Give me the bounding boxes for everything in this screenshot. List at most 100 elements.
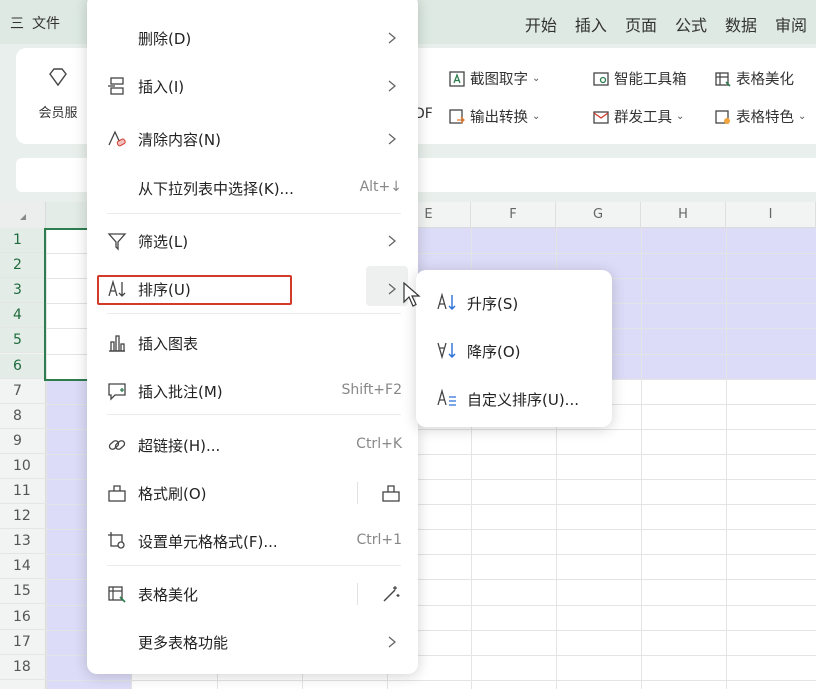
submenu-item-label: 降序(O) [467,343,521,361]
column-header-i[interactable]: I [726,202,816,228]
menu-item-filter[interactable]: 筛选(L) [87,217,418,265]
member-service-label: 会员服 [38,106,78,121]
table-special-icon [715,109,730,124]
menu-item-label: 表格美化 [138,586,199,604]
grid-line [726,228,727,689]
member-service-button[interactable]: 会员服 [38,66,78,121]
grid-line [641,228,642,689]
ribbon-tabs: 开始 插入 页面 公式 数据 审阅 [516,12,816,36]
table-beautify-label: 表格美化 [736,72,794,88]
output-convert-button[interactable]: 输出转换 ⌄ [448,106,540,127]
select-all-corner[interactable] [0,202,46,228]
insert-rows-icon [108,77,124,95]
row-header[interactable]: 12 [0,504,46,530]
menu-item-shortcut: Alt+↓ [359,179,402,195]
row-header[interactable]: 8 [0,404,46,429]
row-header[interactable]: 17 [0,630,46,655]
mass-send-label: 群发工具 [614,110,672,126]
file-menu-label[interactable]: 文件 [32,13,60,33]
menu-item-label: 设置单元格格式(F)... [138,533,278,551]
menu-item-hyperlink[interactable]: 超链接(H)... Ctrl+K [87,421,418,469]
row-header[interactable]: 1 [0,228,46,253]
convert-icon [449,108,465,124]
row-header[interactable]: 11 [0,479,46,504]
screenshot-button[interactable]: 截图取字 ⌄ [448,68,540,89]
row-header[interactable]: 13 [0,529,46,555]
cell-format-icon [108,532,125,549]
tab-formula[interactable]: 公式 [666,12,716,36]
comment-icon [108,383,126,401]
submenu-item-descending[interactable]: 降序(O) [416,326,612,374]
smart-toolbox-button[interactable]: 智能工具箱 [592,68,687,89]
menu-item-label: 插入(I) [138,78,185,96]
row-header[interactable]: 15 [0,579,46,605]
chevron-down-icon: ⌄ [532,111,541,122]
menu-item-separator [357,583,358,605]
table-beautify-icon [108,586,126,603]
tab-page[interactable]: 页面 [616,12,666,36]
menu-item-insert[interactable]: 插入(I) [87,62,418,110]
submenu-item-custom-sort[interactable]: 自定义排序(U)... [416,374,612,422]
menu-item-pick-from-list[interactable]: 从下拉列表中选择(K)... Alt+↓ [87,164,418,212]
smart-toolbox-label: 智能工具箱 [614,72,687,88]
table-beautify-icon [715,71,731,87]
menu-item-label: 删除(D) [138,30,192,48]
chart-icon [109,335,125,352]
submenu-item-ascending[interactable]: 升序(S) [416,278,612,326]
mass-send-button[interactable]: 群发工具 ⌄ [592,106,684,127]
chevron-right-icon [388,32,397,44]
table-special-button[interactable]: 表格特色 ⌄ [714,106,806,127]
menu-item-shortcut: Ctrl+1 [356,532,402,548]
file-menu[interactable]: 三 文件 [10,13,60,33]
menu-item-format-cells[interactable]: 设置单元格格式(F)... Ctrl+1 [87,517,418,565]
row-header[interactable]: 10 [0,454,46,479]
filter-icon [107,233,127,251]
hamburger-icon[interactable]: 三 [10,13,24,33]
chevron-right-icon [388,235,397,247]
tab-data[interactable]: 数据 [716,12,766,36]
row-header[interactable]: 2 [0,253,46,279]
menu-item-delete[interactable]: 删除(D) [87,14,418,62]
mouse-cursor-icon [403,282,421,307]
chevron-right-icon [388,636,397,648]
row-header[interactable]: 4 [0,303,46,329]
menu-item-label: 筛选(L) [138,233,189,251]
row-header[interactable]: 3 [0,278,46,304]
menu-item-insert-comment[interactable]: 插入批注(M) Shift+F2 [87,367,418,415]
chevron-right-icon [388,133,397,145]
row-header-bar: 1 2 3 4 5 6 7 8 9 10 11 12 13 14 15 16 17 18 [0,228,46,689]
menu-item-clear-contents[interactable]: 清除内容(N) [87,115,418,163]
output-convert-label: 输出转换 [470,110,528,126]
format-painter-quick-icon[interactable] [380,482,402,504]
menu-item-label: 格式刷(O) [138,485,207,503]
row-header[interactable]: 18 [0,655,46,680]
menu-item-more-table-functions[interactable]: 更多表格功能 [87,618,418,666]
row-header[interactable]: 14 [0,554,46,580]
sort-submenu: 升序(S) 降序(O) 自定义排序(U)... [416,270,612,427]
menu-item-label: 插入图表 [138,335,199,353]
tab-review[interactable]: 审阅 [766,12,816,36]
menu-item-insert-chart[interactable]: 插入图表 [87,319,418,367]
menu-item-label: 插入批注(M) [138,383,223,401]
menu-item-label: 清除内容(N) [138,131,221,149]
tab-insert[interactable]: 插入 [566,12,616,36]
sort-ascending-icon [437,292,456,310]
row-header[interactable]: 6 [0,353,46,379]
grid-line [46,679,816,681]
row-header[interactable]: 7 [0,379,46,404]
row-header[interactable]: 5 [0,328,46,354]
menu-item-format-painter[interactable]: 格式刷(O) [87,469,418,517]
column-header-h[interactable]: H [641,202,726,228]
column-header-g[interactable]: G [556,202,641,228]
table-beautify-button[interactable]: 表格美化 [714,68,794,89]
tab-home[interactable]: 开始 [516,12,566,36]
column-header-f[interactable]: F [471,202,556,228]
table-special-label: 表格特色 [736,110,794,126]
menu-divider [107,213,401,214]
menu-item-table-beautify[interactable]: 表格美化 [87,570,418,618]
row-header[interactable]: 9 [0,429,46,454]
magic-wand-icon[interactable] [380,583,402,605]
row-header[interactable]: 16 [0,605,46,630]
diamond-icon [49,68,67,87]
menu-item-label: 更多表格功能 [138,634,229,652]
